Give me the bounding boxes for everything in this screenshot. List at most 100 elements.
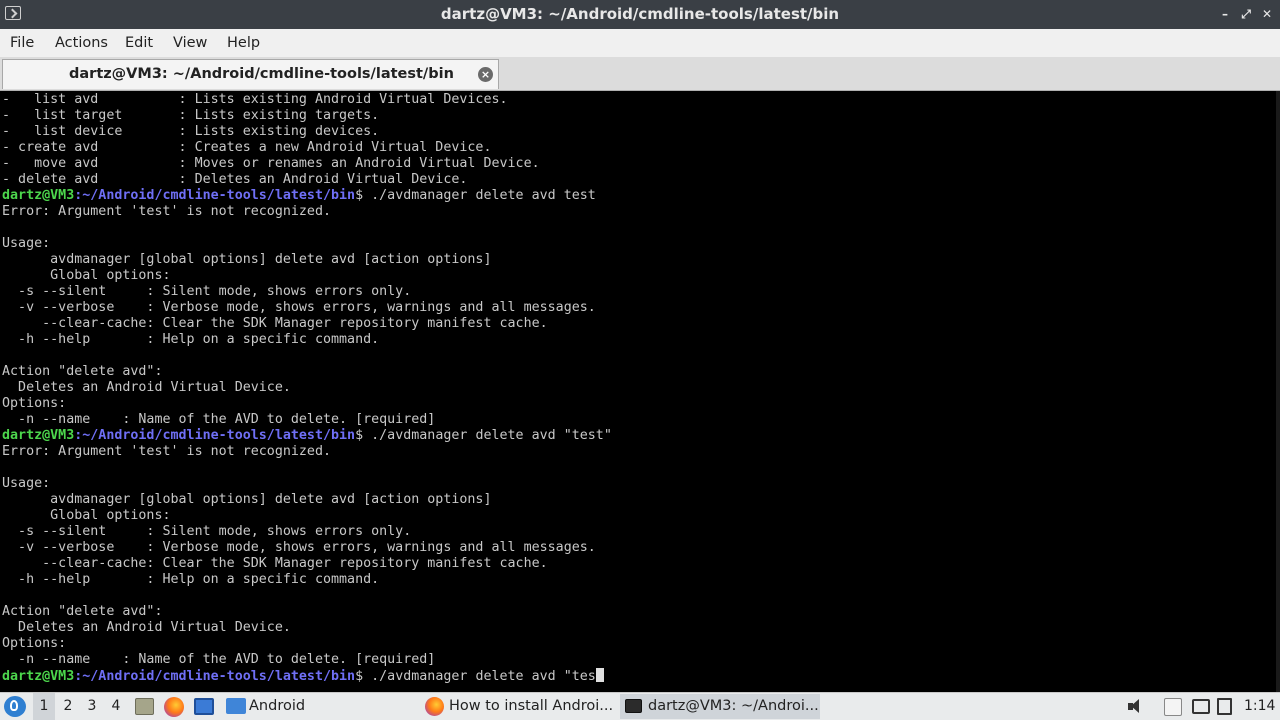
maximize-icon[interactable]: ⤢ [1239,7,1253,21]
task-android-folder[interactable]: Android [222,694,414,719]
line-text: Error: Argument 'test' is not recognized… [2,204,331,219]
line-text: Error: Argument 'test' is not recognized… [2,444,331,459]
line-text: Deletes an Android Virtual Device. [2,380,291,395]
workspace-1[interactable]: 1 [33,693,55,720]
line-text: Global options: [2,268,171,283]
line-text: Options: [2,396,67,411]
tab-close-icon[interactable]: × [478,67,493,82]
terminal-prompt-line: dartz@VM3:~/Android/cmdline-tools/latest… [2,428,612,444]
line-text: Usage: [2,236,51,251]
task-label: Android [249,698,306,714]
menu-bar: File Actions Edit View Help [0,29,1280,57]
workspace-4[interactable]: 4 [105,693,127,720]
line-text: avdmanager [global options] delete avd [… [2,492,492,507]
terminal-line: - list target : Lists existing targets. [2,108,612,124]
prompt-user: dartz@VM3 [2,669,75,684]
menu-view[interactable]: View [173,29,207,57]
terminal-line: Error: Argument 'test' is not recognized… [2,204,612,220]
terminal-line: -v --verbose : Verbose mode, shows error… [2,540,612,556]
show-desktop-icon[interactable] [194,698,214,715]
clipboard-icon[interactable] [1164,698,1182,716]
terminal-line: Deletes an Android Virtual Device. [2,380,612,396]
task-firefox[interactable]: How to install Androi... [420,694,616,719]
terminal-line: Options: [2,636,612,652]
line-text: - list target : Lists existing targets. [2,108,380,123]
terminal-line: -h --help : Help on a specific command. [2,572,612,588]
workspace-3[interactable]: 3 [81,693,103,720]
line-text: Options: [2,636,67,651]
line-text: Usage: [2,476,51,491]
terminal-line: -v --verbose : Verbose mode, shows error… [2,300,612,316]
folder-icon [226,698,246,714]
menu-edit[interactable]: Edit [125,29,153,57]
line-text: avdmanager [global options] delete avd [… [2,252,492,267]
tab-label: dartz@VM3: ~/Android/cmdline-tools/lates… [69,66,454,82]
terminal-tab[interactable]: dartz@VM3: ~/Android/cmdline-tools/lates… [2,59,499,89]
line-text: -v --verbose : Verbose mode, shows error… [2,300,596,315]
terminal-prompt-line: dartz@VM3:~/Android/cmdline-tools/latest… [2,188,612,204]
window-title: dartz@VM3: ~/Android/cmdline-tools/lates… [440,5,840,23]
prompt-path: :~/Android/cmdline-tools/latest/bin [74,428,356,443]
terminal-line: - delete avd : Deletes an Android Virtua… [2,172,612,188]
file-manager-launcher-icon[interactable] [135,698,154,715]
line-text: Deletes an Android Virtual Device. [2,620,291,635]
terminal-line: avdmanager [global options] delete avd [… [2,492,612,508]
prompt-path: :~/Android/cmdline-tools/latest/bin [74,188,356,203]
terminal-line: Usage: [2,476,612,492]
prompt-user: dartz@VM3 [2,428,75,443]
menu-actions[interactable]: Actions [55,29,108,57]
terminal-line: Options: [2,396,612,412]
terminal-line: Error: Argument 'test' is not recognized… [2,444,612,460]
minimize-icon[interactable]: – [1218,7,1232,21]
task-terminal[interactable]: dartz@VM3: ~/Androi... [620,694,820,719]
line-text: Action "delete avd": [2,604,163,619]
terminal-line: -n --name : Name of the AVD to delete. [… [2,412,612,428]
terminal-line: - list avd : Lists existing Android Virt… [2,92,612,108]
network-icon[interactable] [1217,698,1232,715]
line-text: $ ./avdmanager delete avd "test" [355,428,612,443]
terminal-line: Deletes an Android Virtual Device. [2,620,612,636]
task-label: How to install Androi... [449,698,614,714]
line-text: -n --name : Name of the AVD to delete. [… [2,412,436,427]
terminal-output[interactable]: - list avd : Lists existing Android Virt… [0,91,1280,692]
line-text: - delete avd : Deletes an Android Virtua… [2,172,468,187]
window-titlebar[interactable]: dartz@VM3: ~/Android/cmdline-tools/lates… [0,0,1280,29]
terminal-line: - move avd : Moves or renames an Android… [2,156,612,172]
clock: 1:14 [1244,698,1276,714]
line-text: -n --name : Name of the AVD to delete. [… [2,652,436,667]
line-text: -h --help : Help on a specific command. [2,572,380,587]
line-text: -v --verbose : Verbose mode, shows error… [2,540,596,555]
prompt-path: :~/Android/cmdline-tools/latest/bin [74,669,356,684]
close-window-icon[interactable]: ✕ [1260,7,1274,21]
firefox-launcher-icon[interactable] [164,697,184,717]
terminal-line: - list device : Lists existing devices. [2,124,612,140]
line-text: --clear-cache: Clear the SDK Manager rep… [2,556,548,571]
terminal-line: -s --silent : Silent mode, shows errors … [2,284,612,300]
terminal-line: Global options: [2,268,612,284]
start-menu-icon[interactable] [4,696,26,717]
terminal-line: -n --name : Name of the AVD to delete. [… [2,652,612,668]
line-text: --clear-cache: Clear the SDK Manager rep… [2,316,548,331]
tab-bar: dartz@VM3: ~/Android/cmdline-tools/lates… [0,57,1280,91]
prompt-user: dartz@VM3 [2,188,75,203]
workspace-2[interactable]: 2 [57,693,79,720]
terminal-text: - list avd : Lists existing Android Virt… [2,92,612,684]
line-text: -s --silent : Silent mode, shows errors … [2,284,412,299]
terminal-line: - create avd : Creates a new Android Vir… [2,140,612,156]
text-cursor [595,668,604,682]
terminal-line: -h --help : Help on a specific command. [2,332,612,348]
display-icon[interactable] [1192,699,1210,714]
menu-help[interactable]: Help [227,29,260,57]
line-text: Action "delete avd": [2,364,163,379]
volume-icon[interactable] [1128,699,1144,714]
terminal-line: avdmanager [global options] delete avd [… [2,252,612,268]
terminal-prompt-line: dartz@VM3:~/Android/cmdline-tools/latest… [2,668,612,684]
terminal-line: -s --silent : Silent mode, shows errors … [2,524,612,540]
terminal-icon [625,699,642,713]
menu-file[interactable]: File [10,29,34,57]
terminal-line: --clear-cache: Clear the SDK Manager rep… [2,556,612,572]
terminal-line: --clear-cache: Clear the SDK Manager rep… [2,316,612,332]
